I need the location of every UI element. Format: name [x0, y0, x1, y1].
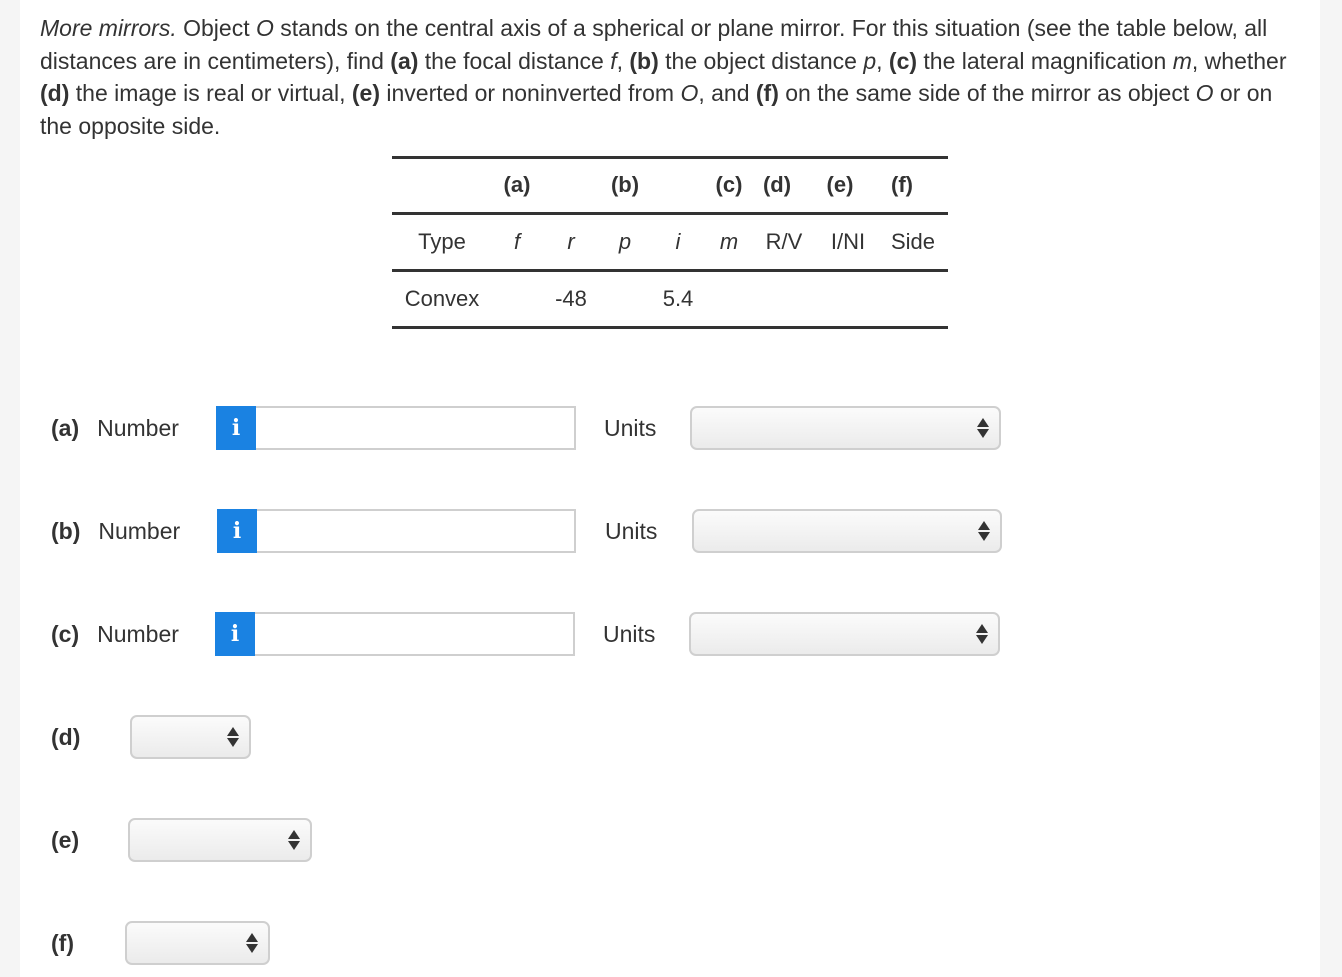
- table-rule: [392, 212, 948, 215]
- answer-b-number-input[interactable]: [257, 509, 576, 553]
- column-header-rv: R/V: [765, 229, 803, 254]
- select-arrows-icon: [978, 520, 990, 542]
- part-header-a: (a): [503, 172, 531, 197]
- answer-b-units-label: Units: [605, 518, 658, 544]
- select-arrows-icon: [246, 932, 258, 954]
- part-header-c: (c): [715, 172, 743, 197]
- answer-f-select[interactable]: [125, 921, 270, 965]
- answer-d-label: (d): [51, 724, 81, 750]
- answer-e-select[interactable]: [128, 818, 312, 862]
- column-header-side: Side: [890, 229, 936, 254]
- column-header-f: f: [513, 229, 521, 254]
- answer-c-number-input[interactable]: [255, 612, 575, 656]
- answer-b-label: (b) Number: [51, 518, 181, 544]
- select-arrows-icon: [227, 726, 239, 748]
- part-header-b: (b): [610, 172, 640, 197]
- part-header-e: (e): [826, 172, 854, 197]
- answer-c-label: (c) Number: [51, 621, 179, 647]
- answer-a-units-select[interactable]: [690, 406, 1001, 450]
- answer-b-units-select[interactable]: [692, 509, 1002, 553]
- answer-f-label: (f): [51, 930, 74, 956]
- column-header-r: r: [567, 229, 575, 254]
- select-arrows-icon: [288, 829, 300, 851]
- question-text: More mirrors. Object O stands on the cen…: [40, 15, 1287, 139]
- column-header-p: p: [618, 229, 632, 254]
- answer-d-select[interactable]: [130, 715, 251, 759]
- part-header-f: (f): [891, 172, 913, 197]
- select-arrows-icon: [977, 417, 989, 439]
- info-icon[interactable]: i: [217, 509, 257, 553]
- table-top-rule: [392, 156, 948, 159]
- column-header-ini: I/NI: [830, 229, 866, 254]
- part-header-d: (d): [762, 172, 792, 197]
- column-header-i: i: [675, 229, 681, 254]
- cell-r: -48: [555, 286, 587, 311]
- answer-a-label: (a) Number: [51, 415, 179, 441]
- question-page: More mirrors. Object O stands on the cen…: [20, 0, 1320, 977]
- table-rule: [392, 269, 948, 272]
- cell-type: Convex: [404, 286, 480, 311]
- info-icon[interactable]: i: [215, 612, 255, 656]
- answer-e-label: (e): [51, 827, 80, 853]
- info-icon[interactable]: i: [216, 406, 256, 450]
- select-arrows-icon: [976, 623, 988, 645]
- mirror-data-table: (a) (b) (c) (d) (e) (f) Type f r p i m R…: [392, 156, 948, 330]
- column-header-m: m: [719, 229, 739, 254]
- answer-c-units-select[interactable]: [689, 612, 1000, 656]
- answer-c-units-label: Units: [603, 621, 656, 647]
- answer-a-number-input[interactable]: [256, 406, 576, 450]
- table-bottom-rule: [392, 326, 948, 329]
- column-header-type: Type: [418, 229, 466, 254]
- cell-i: 5.4: [662, 286, 694, 311]
- answer-a-units-label: Units: [604, 415, 657, 441]
